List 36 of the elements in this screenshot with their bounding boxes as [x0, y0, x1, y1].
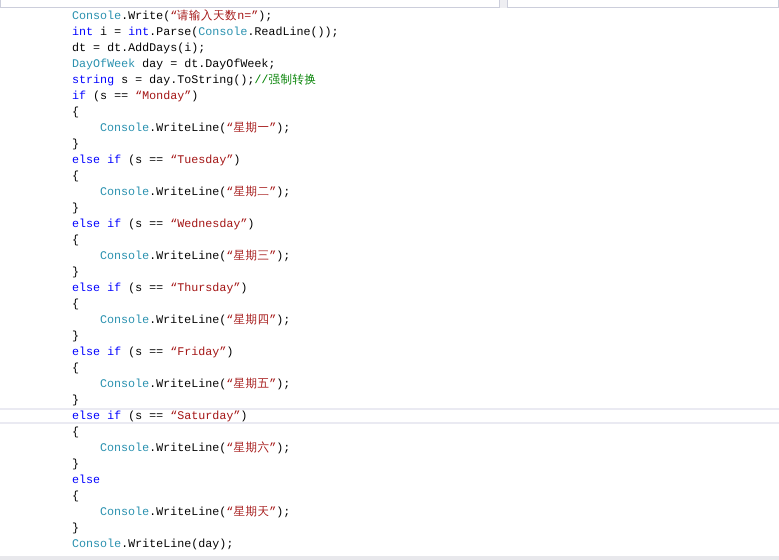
code-line: Console.WriteLine(“星期一”); — [100, 120, 290, 136]
code-line: } — [72, 264, 80, 280]
code-line: else if (s == “Saturday”) — [72, 408, 248, 424]
code-line: else if (s == “Thursday”) — [72, 280, 248, 296]
code-line: { — [72, 488, 80, 504]
code-line: { — [72, 232, 80, 248]
code-line: if (s == “Monday”) — [72, 88, 198, 104]
code-line: { — [72, 104, 80, 120]
code-line: else if (s == “Wednesday”) — [72, 216, 254, 232]
code-line: Console.Write(“请输入天数n=”); — [72, 8, 272, 24]
code-line: dt = dt.AddDays(i); — [72, 40, 206, 56]
code-line: Console.WriteLine(“星期三”); — [100, 248, 290, 264]
code-line: Console.WriteLine(“星期天”); — [100, 504, 290, 520]
code-line: Console.WriteLine(“星期二”); — [100, 184, 290, 200]
code-line: Console.WriteLine(“星期四”); — [100, 312, 290, 328]
code-line: } — [72, 328, 80, 344]
code-line: { — [72, 296, 80, 312]
code-line: Console.WriteLine(“星期六”); — [100, 440, 290, 456]
code-line: Console.WriteLine(“星期五”); — [100, 376, 290, 392]
code-line: string s = day.ToString();//强制转换 — [72, 72, 316, 88]
code-line: else if (s == “Friday”) — [72, 344, 234, 360]
code-line: } — [72, 392, 80, 408]
code-line: { — [72, 168, 80, 184]
code-line: DayOfWeek day = dt.DayOfWeek; — [72, 56, 276, 72]
code-line: } — [72, 520, 80, 536]
member-dropdown[interactable] — [507, 0, 779, 8]
code-line: { — [72, 360, 80, 376]
code-line: } — [72, 136, 80, 152]
code-line: { — [72, 424, 80, 440]
code-line: else if (s == “Tuesday”) — [72, 152, 240, 168]
code-line: } — [72, 456, 80, 472]
code-line: else — [72, 472, 100, 488]
code-line: Console.WriteLine(day); — [72, 536, 234, 552]
code-line: int i = int.Parse(Console.ReadLine()); — [72, 24, 339, 40]
class-dropdown[interactable] — [0, 0, 500, 8]
code-line: } — [72, 200, 80, 216]
